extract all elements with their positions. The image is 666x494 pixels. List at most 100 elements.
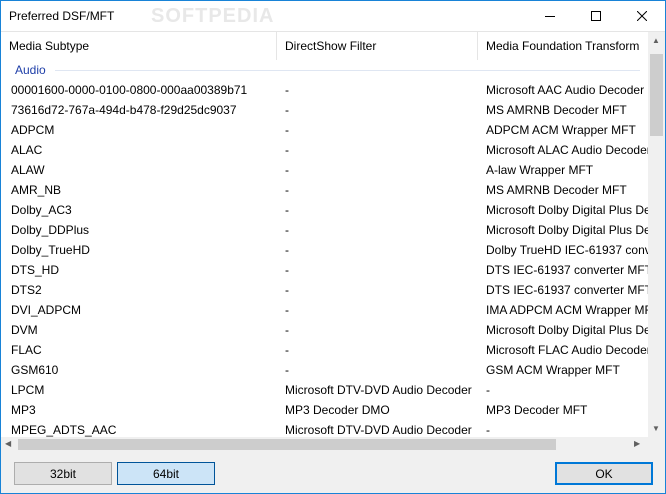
cell-media-subtype: ALAC (11, 143, 43, 157)
cell-mft: ADPCM ACM Wrapper MFT (486, 123, 636, 137)
cell-media-subtype: AMR_NB (11, 183, 62, 197)
cell-mft: Microsoft Dolby Digital Plus Decoder (486, 203, 648, 217)
cell-directshow-filter: - (285, 143, 289, 157)
title-bar[interactable]: Preferred DSF/MFT SOFTPEDIA (1, 1, 665, 31)
cell-media-subtype: DTS_HD (11, 263, 60, 277)
vertical-scrollbar[interactable]: ▲ ▼ (648, 32, 665, 437)
column-header-directshow-filter[interactable]: DirectShow Filter (277, 32, 478, 60)
table-row[interactable]: AMR_NB - MS AMRNB Decoder MFT (1, 180, 648, 200)
cell-directshow-filter: Microsoft DTV-DVD Audio Decoder (285, 423, 472, 437)
cell-directshow-filter: MP3 Decoder DMO (285, 403, 390, 417)
cell-mft: Microsoft FLAC Audio Decoder (486, 343, 648, 357)
64bit-button[interactable]: 64bit (117, 462, 215, 485)
cell-directshow-filter: - (285, 203, 289, 217)
scroll-down-icon[interactable]: ▼ (652, 425, 660, 433)
table-row[interactable]: MPEG_ADTS_AAC Microsoft DTV-DVD Audio Dec… (1, 420, 648, 437)
32bit-button[interactable]: 32bit (14, 462, 112, 485)
cell-directshow-filter: - (285, 343, 289, 357)
cell-mft: MS AMRNB Decoder MFT (486, 183, 627, 197)
cell-media-subtype: DTS2 (11, 283, 42, 297)
cell-directshow-filter: - (285, 323, 289, 337)
scroll-up-icon[interactable]: ▲ (652, 37, 660, 45)
cell-directshow-filter: - (285, 223, 289, 237)
cell-mft: Microsoft Dolby Digital Plus Decoder (486, 323, 648, 337)
table-row[interactable]: LPCM Microsoft DTV-DVD Audio Decoder - (1, 380, 648, 400)
cell-media-subtype: DVI_ADPCM (11, 303, 82, 317)
maximize-button[interactable] (573, 1, 619, 31)
close-button[interactable] (619, 1, 665, 31)
column-header-media-foundation-transform[interactable]: Media Foundation Transform (478, 32, 648, 60)
preferred-dsf-mft-window: Preferred DSF/MFT SOFTPEDIA Media Subtyp… (0, 0, 666, 494)
group-header-audio[interactable]: Audio (1, 60, 648, 80)
minimize-button[interactable] (527, 1, 573, 31)
scrollbar-corner (648, 437, 665, 452)
cell-media-subtype: LPCM (11, 383, 45, 397)
cell-media-subtype: 00001600-0000-0100-0800-000aa00389b71 (11, 83, 248, 97)
cell-directshow-filter: - (285, 303, 289, 317)
group-label: Audio (15, 63, 46, 77)
column-headers: Media Subtype DirectShow Filter Media Fo… (1, 32, 648, 60)
table-row[interactable]: Dolby_TrueHD - Dolby TrueHD IEC-61937 conv… (1, 240, 648, 260)
group-divider (55, 70, 640, 71)
table-row[interactable]: 00001600-0000-0100-0800-000aa00389b71 - Mi… (1, 80, 648, 100)
cell-directshow-filter: - (285, 363, 289, 377)
table-row[interactable]: ALAC - Microsoft ALAC Audio Decoder (1, 140, 648, 160)
window-title: Preferred DSF/MFT (9, 9, 115, 23)
cell-directshow-filter: - (285, 83, 289, 97)
maximize-icon (591, 11, 601, 21)
table-row[interactable]: FLAC - Microsoft FLAC Audio Decoder (1, 340, 648, 360)
horizontal-scroll-thumb[interactable] (18, 439, 556, 450)
cell-mft: Microsoft ALAC Audio Decoder (486, 143, 648, 157)
cell-mft: Microsoft Dolby Digital Plus Decoder (486, 223, 648, 237)
table-row[interactable]: DVM - Microsoft Dolby Digital Plus Decoder (1, 320, 648, 340)
table-row[interactable]: GSM610 - GSM ACM Wrapper MFT (1, 360, 648, 380)
table-row[interactable]: MP3 MP3 Decoder DMO MP3 Decoder MFT (1, 400, 648, 420)
table-row[interactable]: Dolby_DDPlus - Microsoft Dolby Digital Plu… (1, 220, 648, 240)
cell-media-subtype: ALAW (11, 163, 45, 177)
table-row[interactable]: 73616d72-767a-494d-b478-f29d25dc9037 - MS … (1, 100, 648, 120)
cell-mft: - (486, 423, 490, 437)
cell-media-subtype: Dolby_AC3 (11, 203, 72, 217)
cell-media-subtype: Dolby_TrueHD (11, 243, 90, 257)
cell-directshow-filter: - (285, 183, 289, 197)
table-row[interactable]: DTS2 - DTS IEC-61937 converter MFT (1, 280, 648, 300)
table-row[interactable]: Dolby_AC3 - Microsoft Dolby Digital Plus D… (1, 200, 648, 220)
softpedia-watermark: SOFTPEDIA (151, 5, 275, 27)
minimize-icon (545, 16, 555, 17)
vertical-scroll-thumb[interactable] (650, 54, 663, 136)
media-list-view[interactable]: Media Subtype DirectShow Filter Media Fo… (1, 31, 665, 452)
table-row[interactable]: ADPCM - ADPCM ACM Wrapper MFT (1, 120, 648, 140)
cell-mft: - (486, 383, 490, 397)
cell-directshow-filter: - (285, 283, 289, 297)
table-row[interactable]: ALAW - A-law Wrapper MFT (1, 160, 648, 180)
ok-button[interactable]: OK (555, 462, 653, 485)
cell-directshow-filter: - (285, 123, 289, 137)
cell-directshow-filter: - (285, 243, 289, 257)
column-header-media-subtype[interactable]: Media Subtype (1, 32, 277, 60)
cell-directshow-filter: Microsoft DTV-DVD Audio Decoder (285, 383, 472, 397)
cell-mft: A-law Wrapper MFT (486, 163, 594, 177)
horizontal-scrollbar[interactable]: ◀ ▶ (1, 437, 648, 452)
cell-media-subtype: GSM610 (11, 363, 59, 377)
cell-mft: GSM ACM Wrapper MFT (486, 363, 620, 377)
cell-media-subtype: 73616d72-767a-494d-b478-f29d25dc9037 (11, 103, 237, 117)
cell-mft: Dolby TrueHD IEC-61937 converter MFT (486, 243, 648, 257)
cell-mft: IMA ADPCM ACM Wrapper MFT (486, 303, 648, 317)
table-row[interactable]: DVI_ADPCM - IMA ADPCM ACM Wrapper MFT (1, 300, 648, 320)
scroll-left-icon[interactable]: ◀ (5, 440, 11, 448)
scroll-right-icon[interactable]: ▶ (634, 440, 640, 448)
cell-media-subtype: MPEG_ADTS_AAC (11, 423, 117, 437)
list-rows: 00001600-0000-0100-0800-000aa00389b71- Mi… (1, 80, 648, 437)
cell-mft: MS AMRNB Decoder MFT (486, 103, 627, 117)
cell-directshow-filter: - (285, 103, 289, 117)
cell-directshow-filter: - (285, 163, 289, 177)
cell-mft: DTS IEC-61937 converter MFT (486, 283, 648, 297)
close-icon (637, 11, 647, 21)
cell-mft: MP3 Decoder MFT (486, 403, 588, 417)
cell-mft: DTS IEC-61937 converter MFT (486, 263, 648, 277)
cell-directshow-filter: - (285, 263, 289, 277)
cell-media-subtype: Dolby_DDPlus (11, 223, 90, 237)
cell-mft: Microsoft AAC Audio Decoder (486, 83, 645, 97)
cell-media-subtype: ADPCM (11, 123, 55, 137)
table-row[interactable]: DTS_HD - DTS IEC-61937 converter MFT (1, 260, 648, 280)
